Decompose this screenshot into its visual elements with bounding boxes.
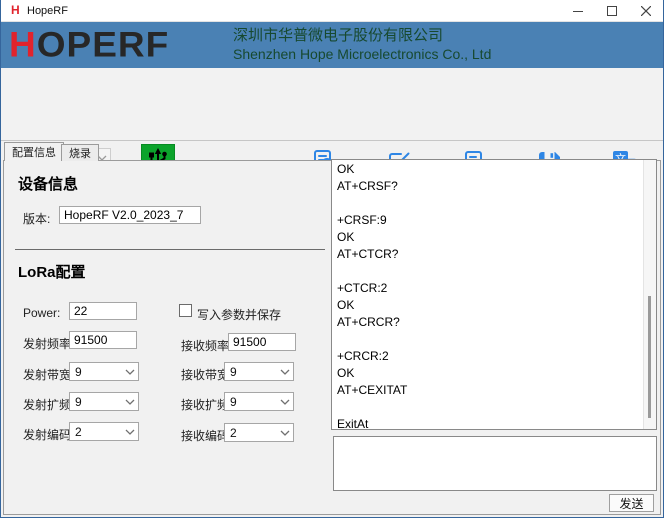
maximize-icon (607, 6, 617, 16)
minimize-icon (573, 6, 583, 16)
send-button[interactable]: 发送 (609, 494, 654, 512)
company-name-cn: 深圳市华普微电子股份有限公司 (233, 26, 491, 45)
toolbar: 端口: COM4 波特率: 115200 打开串口 (1, 68, 663, 141)
rx-cr-select[interactable]: 2 (224, 423, 294, 442)
version-field[interactable] (59, 206, 201, 224)
tab-burn[interactable]: 烧录 (61, 144, 99, 161)
brand-header: HOPERF 深圳市华普微电子股份有限公司 Shenzhen Hope Micr… (1, 22, 663, 68)
rx-sf-value: 9 (230, 395, 237, 409)
power-label: Power: (23, 306, 60, 320)
tx-bw-select[interactable]: 9 (69, 362, 139, 381)
window-title: HopeRF (27, 5, 68, 17)
company-name-en: Shenzhen Hope Microelectronics Co., Ltd (233, 45, 491, 64)
lora-config-heading: LoRa配置 (18, 261, 86, 282)
scrollbar-thumb[interactable] (648, 296, 651, 418)
tx-sf-value: 9 (75, 395, 82, 409)
rx-freq-label: 接收频率: (181, 337, 232, 354)
chevron-down-icon (125, 368, 135, 376)
section-divider (15, 249, 325, 250)
minimize-button[interactable] (561, 0, 595, 22)
send-input[interactable] (333, 436, 657, 491)
logo-letter-h: H (9, 25, 37, 64)
rx-bw-value: 9 (230, 365, 237, 379)
titlebar: H HopeRF (1, 0, 663, 22)
write-save-checkbox[interactable] (179, 304, 192, 317)
tx-freq-field[interactable] (69, 331, 137, 349)
maximize-button[interactable] (595, 0, 629, 22)
app-icon: H (11, 3, 20, 17)
logo-letters-rest: OPERF (37, 25, 169, 64)
serial-output-box[interactable]: OK AT+CRSF? +CRSF:9 OK AT+CTCR? +CTCR:2 … (331, 159, 657, 430)
tx-freq-label: 发射频率: (23, 335, 74, 352)
version-label: 版本: (23, 210, 50, 227)
tx-sf-select[interactable]: 9 (69, 392, 139, 411)
hoperf-logo: HOPERF (9, 23, 169, 67)
tab-config-info[interactable]: 配置信息 (4, 142, 64, 161)
tx-cr-label: 发射编码: (23, 426, 74, 443)
tx-bw-label: 发射带宽: (23, 366, 74, 383)
company-name-block: 深圳市华普微电子股份有限公司 Shenzhen Hope Microelectr… (233, 26, 491, 64)
chevron-down-icon (280, 429, 290, 437)
rx-bw-select[interactable]: 9 (224, 362, 294, 381)
tx-bw-value: 9 (75, 365, 82, 379)
close-icon (641, 6, 651, 16)
chevron-down-icon (280, 368, 290, 376)
tx-cr-value: 2 (75, 425, 82, 439)
rx-freq-field[interactable] (228, 333, 296, 351)
terminal-scrollbar[interactable] (643, 160, 656, 429)
device-info-heading: 设备信息 (18, 173, 78, 194)
app-window: H HopeRF HOPERF 深圳市华普微电子股份有限公司 Shenzhen … (0, 0, 664, 518)
rx-sf-select[interactable]: 9 (224, 392, 294, 411)
close-button[interactable] (629, 0, 663, 22)
chevron-down-icon (125, 398, 135, 406)
tx-sf-label: 发射扩频: (23, 396, 74, 413)
chevron-down-icon (125, 428, 135, 436)
chevron-down-icon (280, 398, 290, 406)
write-save-checkbox-label: 写入参数并保存 (197, 306, 281, 323)
rx-cr-value: 2 (230, 426, 237, 440)
tx-cr-select[interactable]: 2 (69, 422, 139, 441)
serial-output-text: OK AT+CRSF? +CRSF:9 OK AT+CTCR? +CTCR:2 … (332, 160, 642, 429)
power-field[interactable] (69, 302, 137, 320)
